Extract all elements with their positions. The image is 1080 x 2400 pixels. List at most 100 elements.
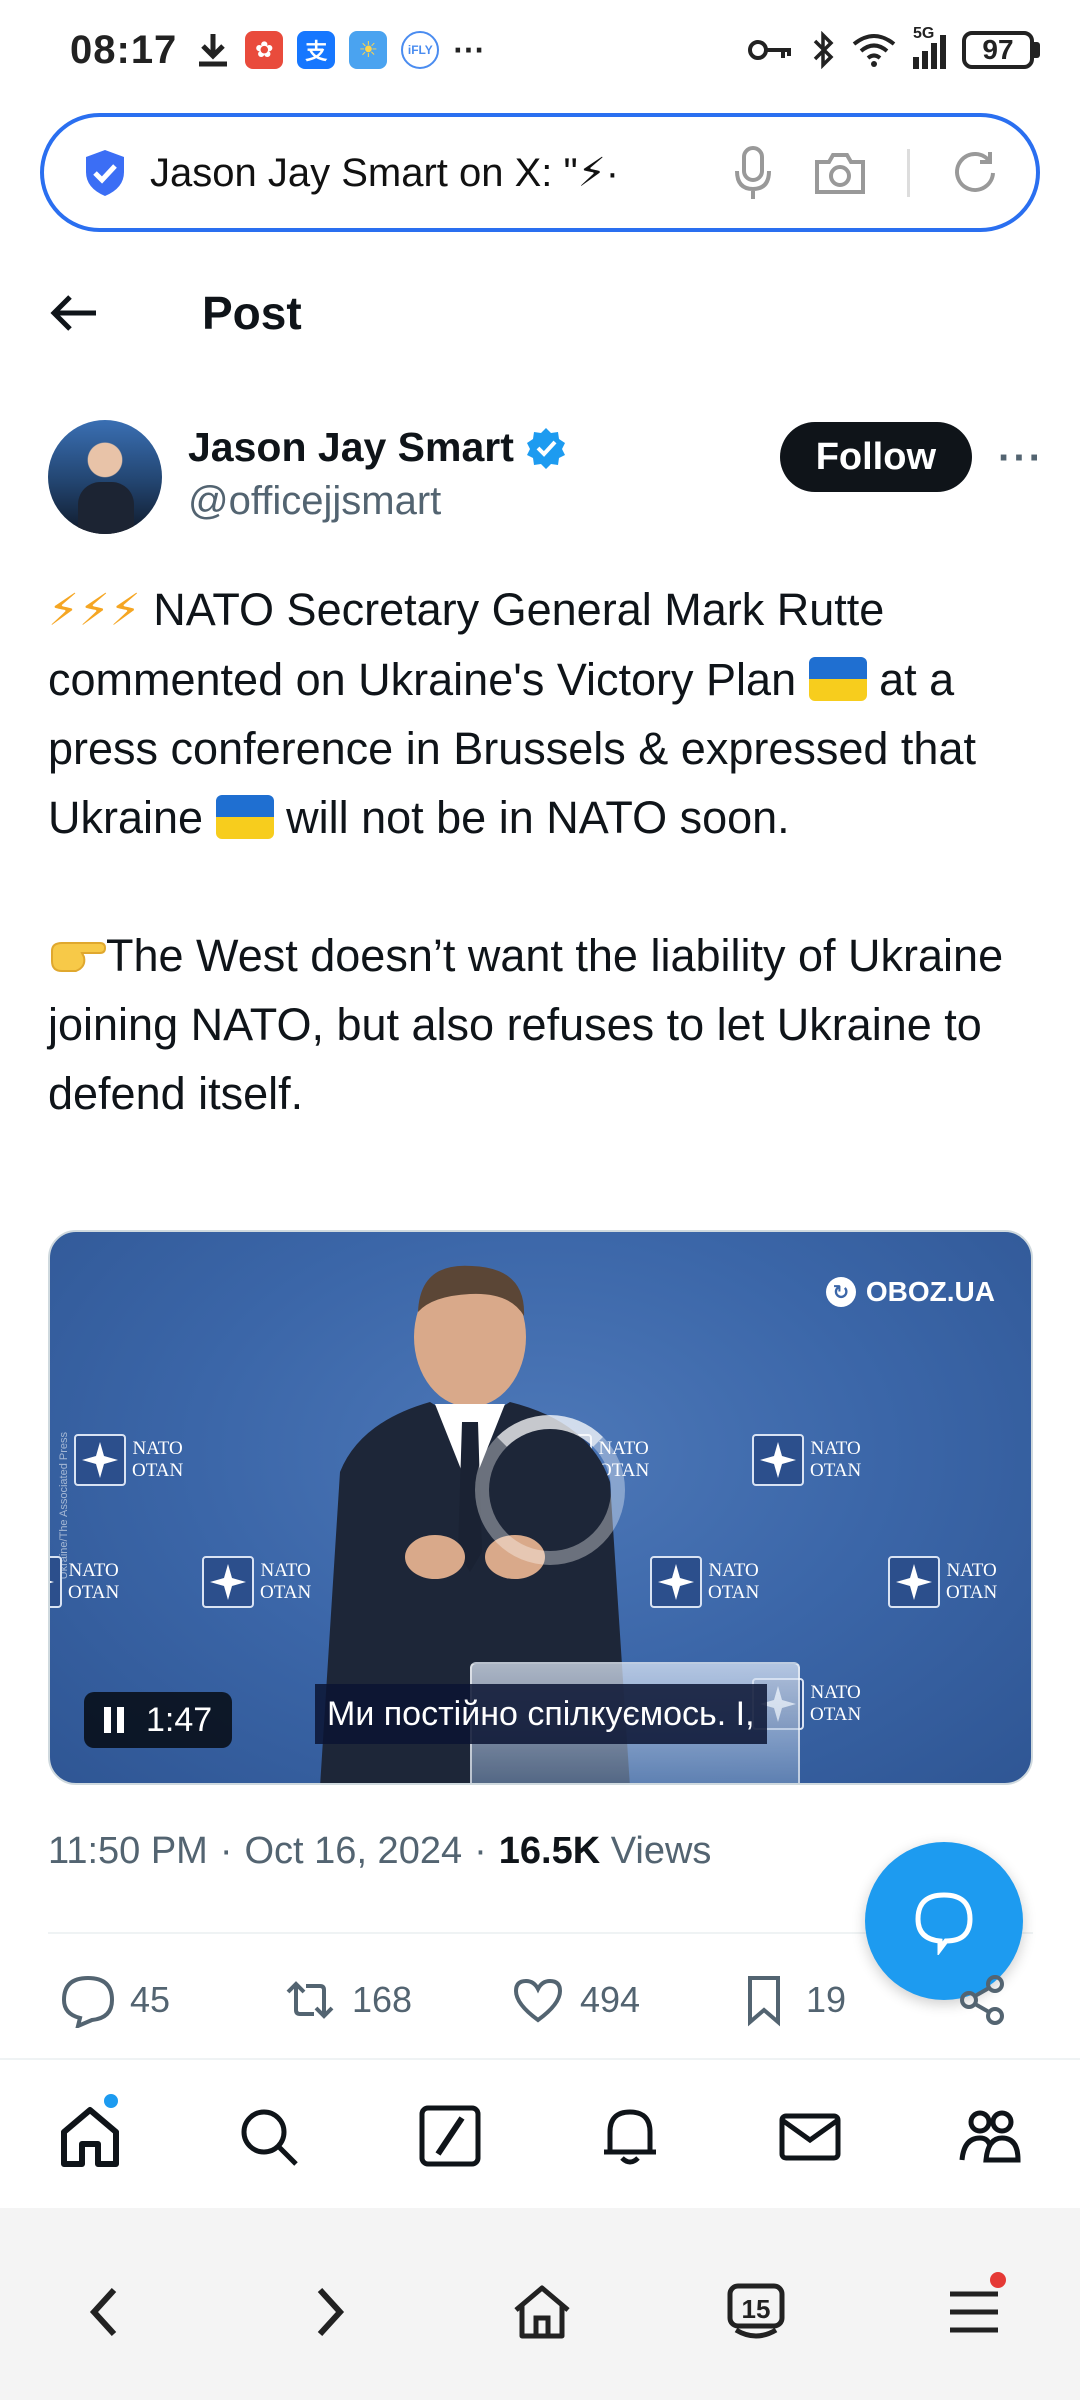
nato-star-icon <box>50 1580 54 1584</box>
browser-address-bar[interactable]: Jason Jay Smart on X: "⚡· <box>40 113 1040 232</box>
browser-home-button[interactable] <box>502 2272 582 2352</box>
views[interactable]: 16.5K Views <box>499 1830 712 1873</box>
bookmark-button[interactable]: 19 <box>736 1972 846 2028</box>
ifly-icon: iFLY <box>401 31 440 69</box>
lightning-emoji: ⚡⚡⚡ <box>48 586 141 635</box>
search-icon <box>241 2109 298 2166</box>
meta-separator: · <box>474 1830 487 1872</box>
nav-communities[interactable] <box>954 2100 1026 2172</box>
nav-messages[interactable] <box>774 2100 846 2172</box>
status-bar: 08:17 ✿ 支 ☀ iFLY ··· 5G 97 <box>0 0 1080 100</box>
bookmark-icon <box>748 1976 780 2027</box>
browser-tabs-button[interactable]: 15 <box>716 2272 796 2352</box>
nato-star-icon <box>210 1564 246 1600</box>
post-date: Oct 16, 2024 <box>244 1830 463 1872</box>
nav-grok[interactable] <box>414 2100 486 2172</box>
signal-icon: 5G <box>913 25 946 69</box>
status-time: 08:17 <box>70 27 178 72</box>
microphone-icon[interactable] <box>733 145 773 201</box>
like-count: 494 <box>580 1979 641 2020</box>
back-arrow-icon[interactable] <box>48 287 100 339</box>
pause-icon[interactable] <box>104 1707 124 1733</box>
meta-separator: · <box>219 1830 233 1872</box>
post-actions: 45 168 494 19 <box>0 1960 1080 2040</box>
heart-icon <box>513 1978 563 2023</box>
repost-icon <box>286 1981 334 2019</box>
ukraine-flag-icon <box>808 657 867 701</box>
nato-label: NATO <box>810 1682 861 1703</box>
nato-label: NATO <box>810 1438 861 1459</box>
chevron-right-icon <box>317 2287 345 2337</box>
like-button[interactable]: 494 <box>510 1972 640 2028</box>
verified-badge-icon <box>526 427 565 469</box>
bluetooth-icon <box>813 31 834 69</box>
reply-button[interactable]: 45 <box>60 1972 170 2028</box>
share-button[interactable] <box>955 1972 1011 2028</box>
chat-bubble-icon <box>915 1892 973 1955</box>
grok-icon <box>419 2105 481 2167</box>
video-time-control[interactable]: 1:47 <box>84 1692 233 1748</box>
network-type: 5G <box>913 25 935 42</box>
post-text: ⚡⚡⚡ NATO Secretary General Mark Rutte co… <box>48 575 1038 1128</box>
more-options-button[interactable]: ··· <box>998 436 1044 481</box>
bottom-navigation <box>0 2058 1080 2208</box>
watermark-text: OBOZ.UA <box>865 1276 995 1307</box>
otan-label: OTAN <box>946 1582 998 1603</box>
battery-icon: 97 <box>962 31 1040 69</box>
author-name[interactable]: Jason Jay Smart <box>188 424 514 471</box>
share-icon <box>960 1975 1004 2025</box>
post-text-part-1: NATO Secretary General Mark Rutte commen… <box>48 584 885 705</box>
video-watermark: ↻ OBOZ.UA <box>825 1276 995 1308</box>
browser-bottom-bar: 15 <box>0 2208 1080 2400</box>
video-player[interactable]: Ukraine/The Associated Press NATO OTAN NA… <box>48 1230 1033 1785</box>
post-meta: 11:50 PM · Oct 16, 2024 · 16.5K Views <box>48 1830 711 1873</box>
nato-label: NATO <box>132 1438 183 1459</box>
post-text-part-4: The West doesn’t want the liability of U… <box>48 930 1004 1119</box>
address-text[interactable]: Jason Jay Smart on X: "⚡· <box>150 150 713 196</box>
follow-button[interactable]: Follow <box>779 422 972 492</box>
tabs-count: 15 <box>741 2294 771 2324</box>
bookmark-count: 19 <box>806 1979 847 2020</box>
avatar[interactable] <box>48 420 162 534</box>
otan-label: OTAN <box>132 1460 184 1481</box>
video-duration: 1:47 <box>146 1700 213 1739</box>
repost-button[interactable]: 168 <box>282 1972 412 2028</box>
browser-back-button[interactable] <box>66 2272 146 2352</box>
page-title: Post <box>202 286 302 339</box>
battery-level: 97 <box>982 34 1014 65</box>
red-app-icon: ✿ <box>245 31 284 69</box>
home-icon <box>61 2107 119 2167</box>
camera-icon[interactable] <box>813 150 867 196</box>
communities-icon <box>959 2110 1021 2163</box>
nato-star-icon <box>760 1442 796 1478</box>
chevron-left-icon <box>89 2287 117 2337</box>
nato-star-icon <box>658 1564 694 1600</box>
nav-notifications[interactable] <box>594 2100 666 2172</box>
nav-search[interactable] <box>232 2100 304 2172</box>
post-header: Post <box>0 250 1080 375</box>
menu-alert-dot <box>990 2272 1006 2288</box>
otan-label: OTAN <box>68 1582 120 1603</box>
key-icon <box>748 40 791 60</box>
nato-star-icon <box>82 1442 118 1478</box>
reply-count: 45 <box>130 1979 171 2020</box>
repost-count: 168 <box>352 1979 413 2020</box>
otan-label: OTAN <box>810 1460 862 1481</box>
browser-forward-button[interactable] <box>288 2272 368 2352</box>
shield-check-icon <box>86 149 124 196</box>
mail-icon <box>779 2113 841 2161</box>
weather-icon: ☀ <box>349 31 388 69</box>
otan-label: OTAN <box>810 1704 862 1725</box>
author-handle[interactable]: @officejjsmart <box>188 479 568 524</box>
reload-icon[interactable] <box>950 148 1000 198</box>
nav-home[interactable] <box>54 2092 126 2172</box>
browser-menu-button[interactable] <box>934 2272 1014 2352</box>
nato-backdrop-logo: NATO OTAN <box>752 1428 872 1492</box>
loading-spinner-icon <box>475 1415 625 1565</box>
post-time: 11:50 PM <box>48 1830 208 1872</box>
views-label: Views <box>610 1830 712 1872</box>
pointing-hand-icon <box>51 942 106 972</box>
alipay-icon: 支 <box>297 31 336 69</box>
url-divider <box>907 148 910 197</box>
nato-backdrop-logo: NATO OTAN <box>888 1550 1008 1614</box>
